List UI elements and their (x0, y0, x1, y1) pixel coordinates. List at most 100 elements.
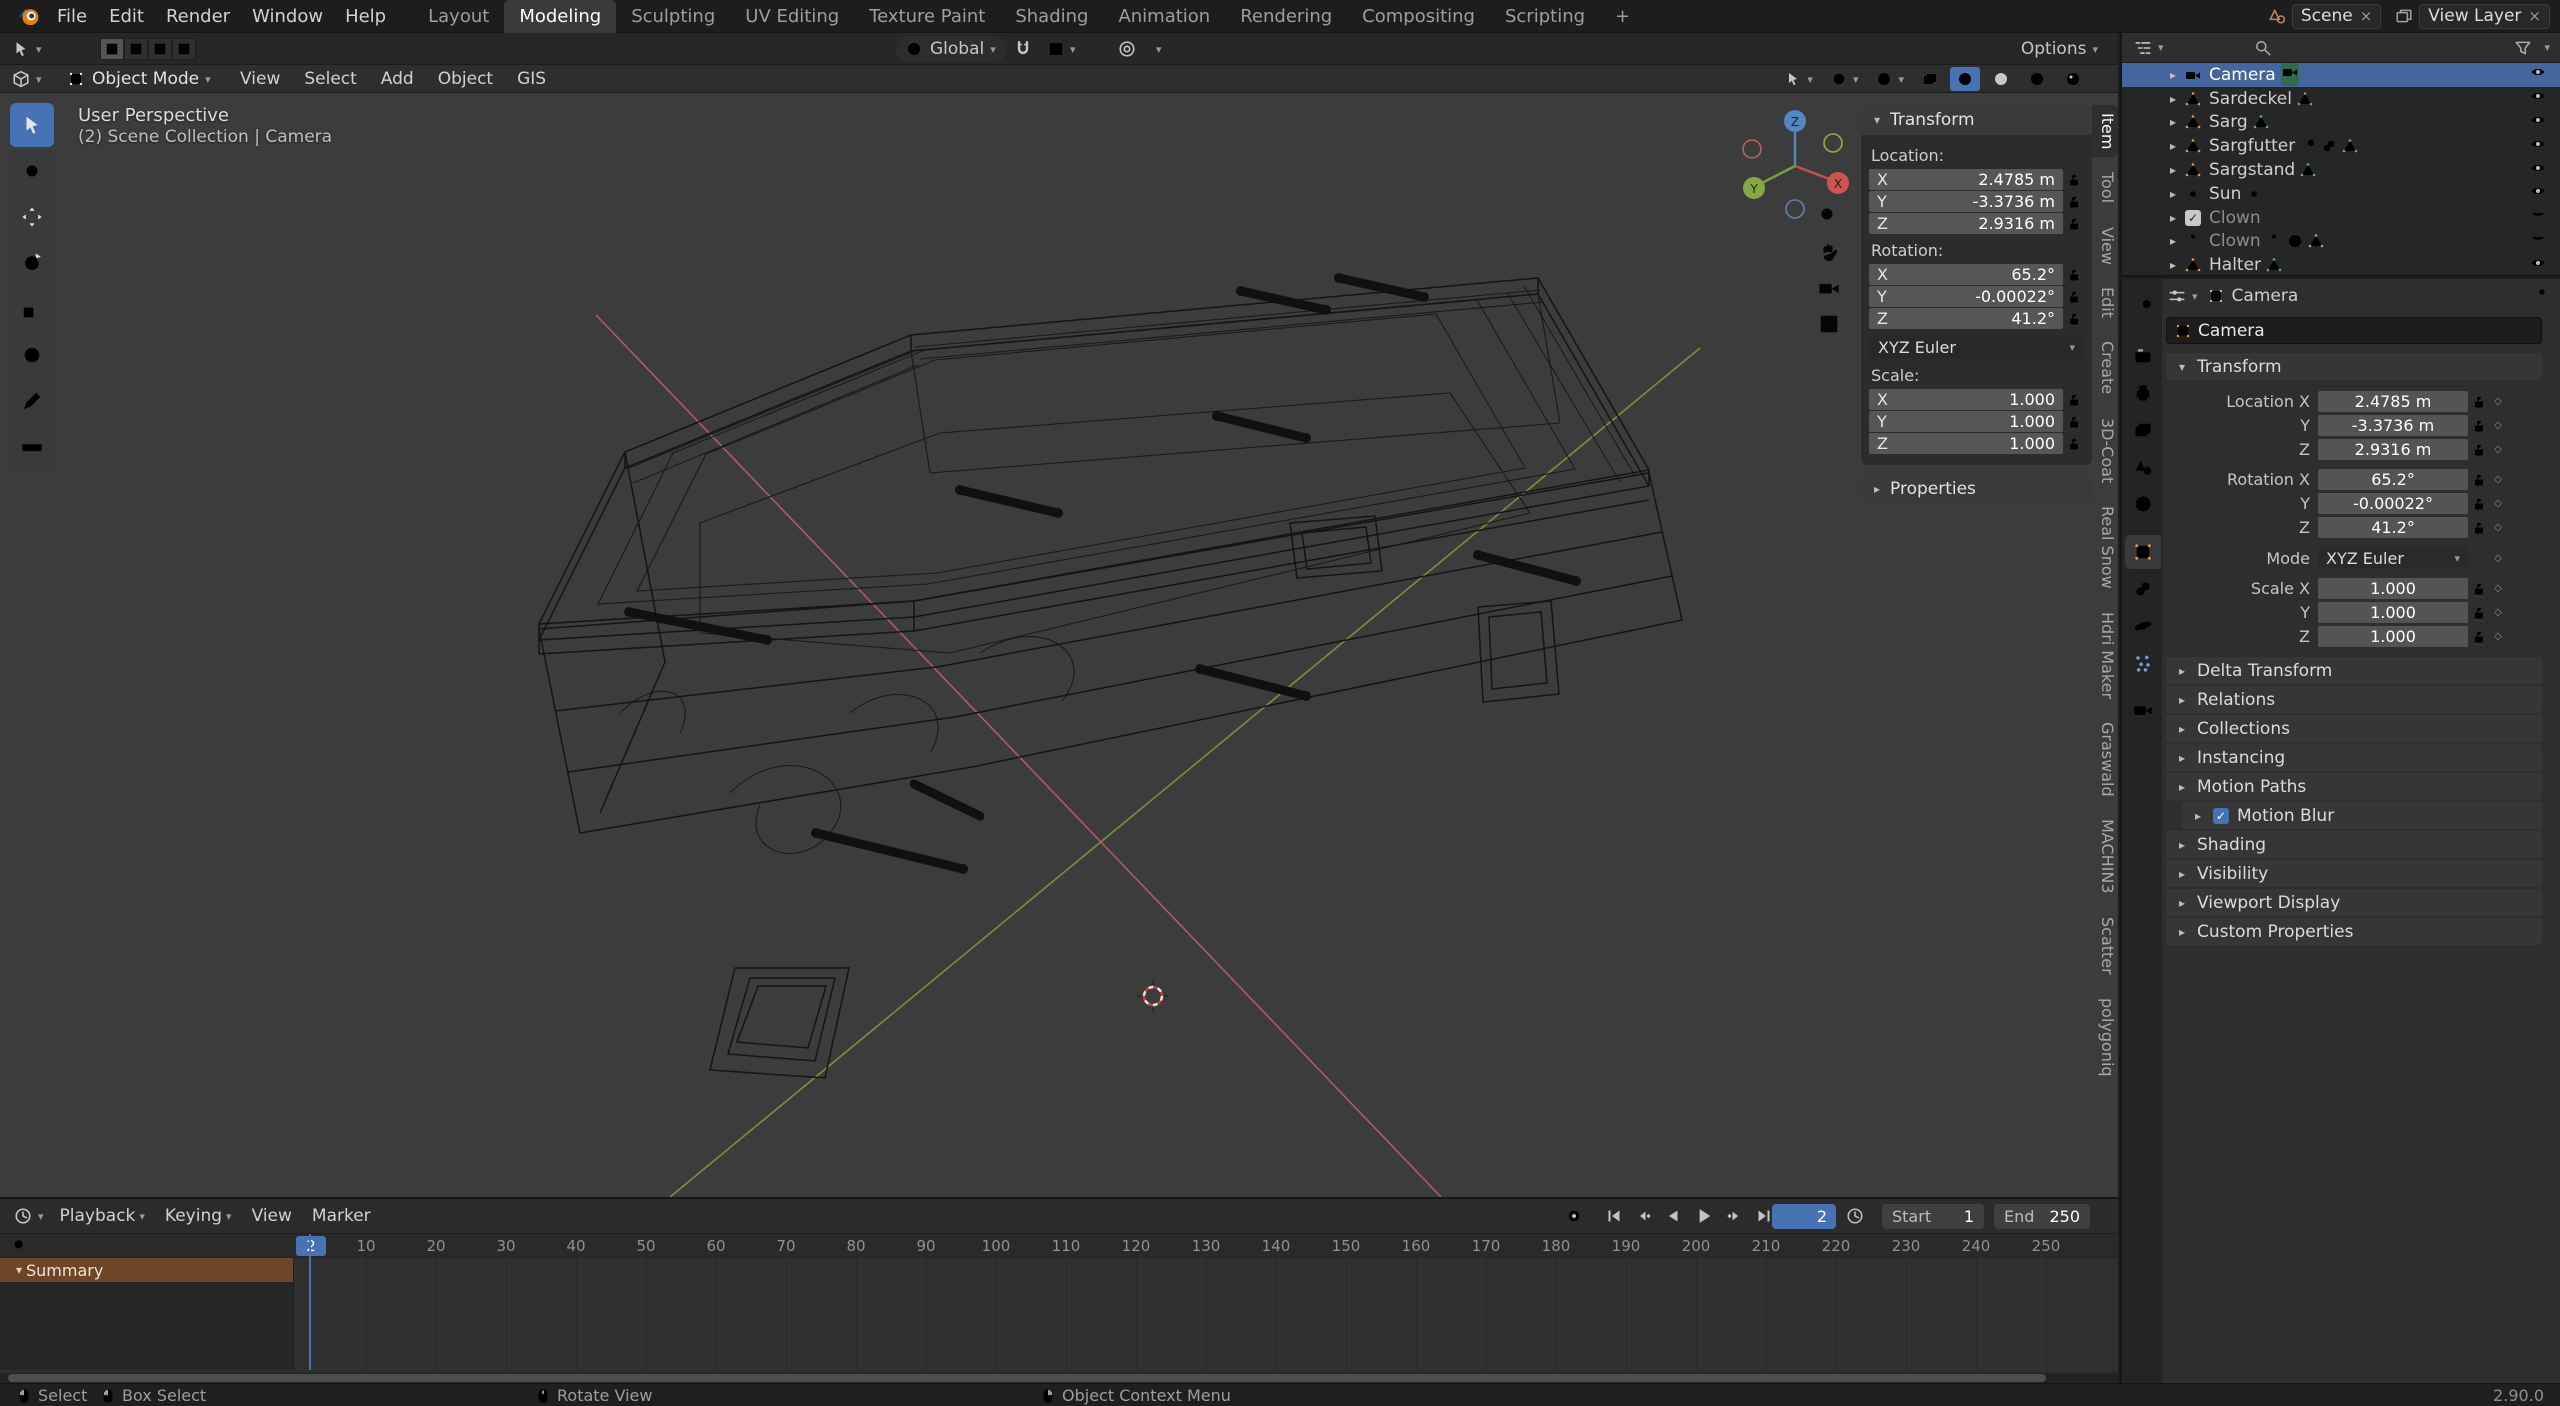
tab-tool-properties[interactable] (2125, 291, 2161, 325)
shading-material-button[interactable] (2022, 67, 2052, 91)
animate-dot-icon[interactable]: ◇ (2489, 396, 2507, 407)
tool-cursor-button[interactable] (10, 149, 54, 193)
shading-wireframe-button[interactable] (1950, 67, 1980, 91)
rotation-y-field[interactable]: Y-0.00022° (1869, 286, 2063, 307)
region-tab-edit[interactable]: Edit (2092, 279, 2118, 326)
editor-type-button[interactable]: ▾ (6, 66, 48, 92)
pan-hand-icon[interactable] (1818, 241, 1840, 263)
scale-z-field[interactable]: Z1.000 (1869, 433, 2063, 454)
lock-icon[interactable] (2468, 496, 2489, 512)
pin-icon[interactable] (2532, 287, 2548, 308)
animate-dot-icon[interactable]: ◇ (2489, 631, 2507, 642)
tab-rendering[interactable]: Rendering (1225, 0, 1347, 33)
tab-physics-properties[interactable] (2125, 609, 2161, 643)
tab-world-properties[interactable] (2125, 487, 2161, 521)
region-tab-item[interactable]: Item (2092, 105, 2118, 157)
animate-dot-icon[interactable]: ◇ (2489, 607, 2507, 618)
gizmo-y-neg[interactable] (1824, 134, 1842, 152)
menu-window[interactable]: Window (241, 0, 334, 32)
menu-view[interactable]: View (228, 65, 292, 93)
visibility-eye-icon[interactable] (2530, 88, 2546, 109)
tool-settings-editor-button[interactable]: ▾ (6, 36, 48, 62)
menu-render[interactable]: Render (155, 0, 241, 32)
visibility-eye-icon[interactable] (2530, 136, 2546, 157)
lock-icon[interactable] (2063, 414, 2084, 430)
region-tab-create[interactable]: Create (2092, 333, 2118, 402)
viewport-3d[interactable]: User Perspective (2) Scene Collection | … (0, 93, 2118, 1197)
menu-marker[interactable]: Marker (302, 1199, 381, 1233)
rotation-z-field[interactable]: 41.2° (2318, 517, 2468, 538)
timeline-scrollbar-track[interactable] (0, 1373, 2118, 1383)
panel-custom-properties[interactable]: ▸Custom Properties (2166, 918, 2542, 945)
rotation-z-field[interactable]: Z41.2° (1869, 308, 2063, 329)
menu-keying[interactable]: Keying▾ (155, 1199, 242, 1233)
location-x-field[interactable]: 2.4785 m (2318, 391, 2468, 412)
tab-scripting[interactable]: Scripting (1490, 0, 1600, 33)
scale-y-field[interactable]: Y1.000 (1869, 411, 2063, 432)
rotation-x-field[interactable]: X65.2° (1869, 264, 2063, 285)
menu-edit[interactable]: Edit (98, 0, 155, 32)
outliner-filter-icon[interactable] (2514, 39, 2532, 57)
location-x-field[interactable]: X2.4785 m (1869, 169, 2063, 190)
tab-shading[interactable]: Shading (1000, 0, 1103, 33)
scene-selector[interactable]: Scene × (2292, 4, 2381, 29)
properties-collapsed-panel[interactable]: ▸ Properties (1861, 474, 2092, 504)
panel-delta-transform[interactable]: ▸Delta Transform (2166, 657, 2542, 684)
lock-icon[interactable] (2063, 436, 2084, 452)
tab-layout[interactable]: Layout (413, 0, 504, 33)
tab-modeling[interactable]: Modeling (504, 0, 616, 33)
visibility-eye-icon[interactable] (2530, 112, 2546, 133)
snap-target-dropdown[interactable]: ▾ (1042, 36, 1082, 62)
overlays-dropdown[interactable]: ▾ (1870, 66, 1910, 92)
tab-uv-editing[interactable]: UV Editing (730, 0, 854, 33)
xray-toggle-button[interactable] (1916, 66, 1944, 92)
proportional-falloff-dropdown[interactable]: ▾ (1146, 36, 1168, 62)
expand-caret-icon[interactable]: ▸ (2166, 68, 2180, 82)
frame-start-field[interactable]: Start 1 (1882, 1204, 1984, 1229)
region-tab-tool[interactable]: Tool (2092, 164, 2118, 211)
scale-x-field[interactable]: 1.000 (2318, 578, 2468, 599)
options-dropdown[interactable]: Options▾ (2015, 36, 2104, 62)
menu-file[interactable]: File (46, 0, 98, 32)
expand-caret-icon[interactable]: ▸ (2166, 115, 2180, 129)
object-visibility-dropdown[interactable]: ▾ (1779, 66, 1819, 92)
location-z-field[interactable]: 2.9316 m (2318, 439, 2468, 460)
rotation-mode-dropdown[interactable]: XYZ Euler▾ (1869, 336, 2084, 359)
frame-end-field[interactable]: End 250 (1994, 1204, 2090, 1229)
panel-instancing[interactable]: ▸Instancing (2166, 744, 2542, 771)
summary-channel-row[interactable]: ▾ Summary (0, 1258, 293, 1282)
lock-icon[interactable] (2468, 394, 2489, 410)
gizmo-z-neg[interactable] (1786, 200, 1804, 218)
expand-caret-icon[interactable]: ▸ (2166, 211, 2180, 225)
lock-icon[interactable] (2063, 289, 2084, 305)
tool-measure-button[interactable] (10, 425, 54, 469)
scale-y-field[interactable]: 1.000 (2318, 602, 2468, 623)
visibility-eye-icon[interactable] (2530, 183, 2546, 204)
tab-particles-properties[interactable] (2125, 646, 2161, 680)
zoom-icon[interactable] (1818, 205, 1840, 227)
visibility-eye-closed-icon[interactable] (2530, 231, 2546, 252)
object-name-field[interactable]: Camera (2166, 317, 2542, 344)
menu-gis[interactable]: GIS (505, 65, 558, 93)
prev-keyframe-button[interactable] (1630, 1205, 1658, 1227)
add-workspace-button[interactable]: + (1600, 0, 1645, 33)
use-preview-range-icon[interactable] (1846, 1207, 1864, 1225)
visibility-eye-icon[interactable] (2530, 64, 2546, 85)
menu-add[interactable]: Add (369, 65, 426, 93)
view-layer-selector[interactable]: View Layer × (2419, 4, 2550, 29)
tool-transform-button[interactable] (10, 333, 54, 377)
view-layer-unlink-icon[interactable]: × (2528, 7, 2541, 25)
outliner-row-camera[interactable]: ▸ Camera (2122, 63, 2560, 87)
expand-caret-icon[interactable]: ▸ (2166, 234, 2180, 248)
visibility-eye-icon[interactable] (2530, 160, 2546, 181)
lock-icon[interactable] (2468, 472, 2489, 488)
tool-annotate-button[interactable] (10, 379, 54, 423)
outliner-row-clown-armature[interactable]: ▸ Clown (2122, 230, 2560, 254)
expand-caret-icon[interactable]: ▸ (2166, 163, 2180, 177)
tab-view-layer-properties[interactable] (2125, 413, 2161, 447)
expand-caret-icon[interactable]: ▸ (2166, 187, 2180, 201)
outliner-editor-button[interactable]: ▾ (2132, 35, 2166, 61)
timeline-scrollbar-thumb[interactable] (8, 1374, 2046, 1382)
menu-playback[interactable]: Playback▾ (50, 1199, 155, 1233)
scene-unlink-icon[interactable]: × (2360, 7, 2373, 25)
